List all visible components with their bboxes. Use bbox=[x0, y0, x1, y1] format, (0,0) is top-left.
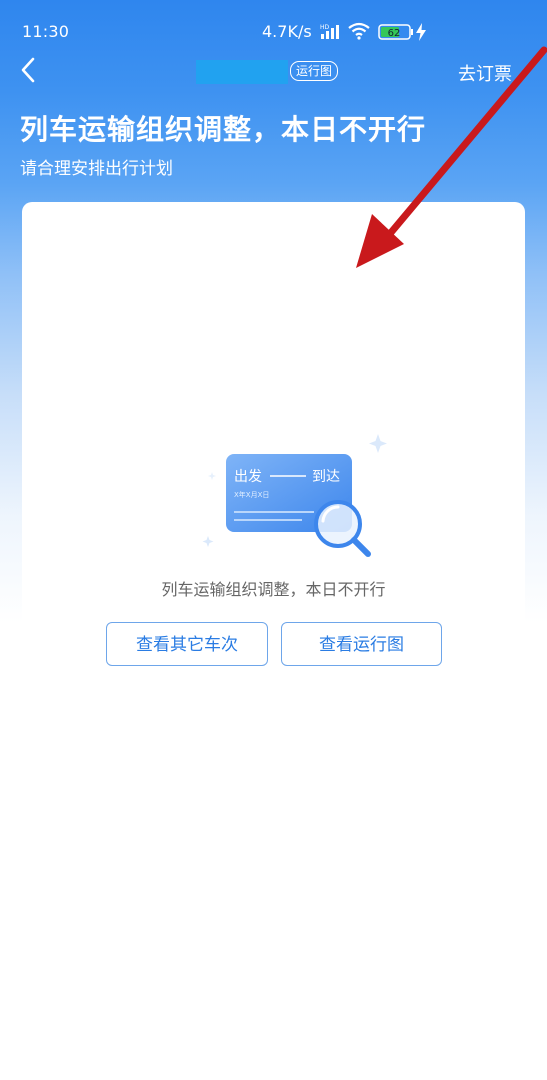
run-map-tag[interactable]: 运行图 bbox=[290, 61, 339, 81]
book-ticket-link[interactable]: 去订票 bbox=[458, 60, 512, 86]
signal-icon: HD bbox=[320, 24, 339, 39]
view-run-map-button[interactable]: 查看运行图 bbox=[281, 622, 442, 666]
sparkle-icon bbox=[202, 536, 214, 547]
status-time: 11:30 bbox=[22, 22, 70, 41]
status-net-speed: 4.7K/s bbox=[262, 22, 312, 41]
battery-level: 62 bbox=[388, 28, 401, 39]
train-number-redacted bbox=[196, 60, 288, 84]
sparkle-icon bbox=[369, 434, 387, 453]
battery-icon: 62 bbox=[378, 24, 413, 40]
view-other-trains-button[interactable]: 查看其它车次 bbox=[106, 622, 268, 666]
illus-arrive-label: 到达 bbox=[312, 469, 340, 485]
wifi-icon bbox=[348, 22, 370, 40]
illus-date-label: X年X月X日 bbox=[234, 490, 269, 499]
empty-state-message: 列车运输组织调整，本日不开行 bbox=[161, 580, 386, 599]
back-arrow-icon[interactable] bbox=[16, 56, 40, 84]
empty-ticket-illustration: 出发 到达 X年X月X日 bbox=[202, 434, 387, 557]
charging-icon bbox=[416, 23, 426, 41]
nav-bar: 运行图 去订票 bbox=[0, 48, 547, 96]
page-headline: 列车运输组织调整，本日不开行 bbox=[20, 113, 427, 146]
sparkle-icon bbox=[208, 472, 216, 480]
page-subline: 请合理安排出行计划 bbox=[20, 159, 173, 179]
illus-depart-label: 出发 bbox=[234, 469, 262, 485]
signal-hd-label: HD bbox=[320, 24, 330, 31]
